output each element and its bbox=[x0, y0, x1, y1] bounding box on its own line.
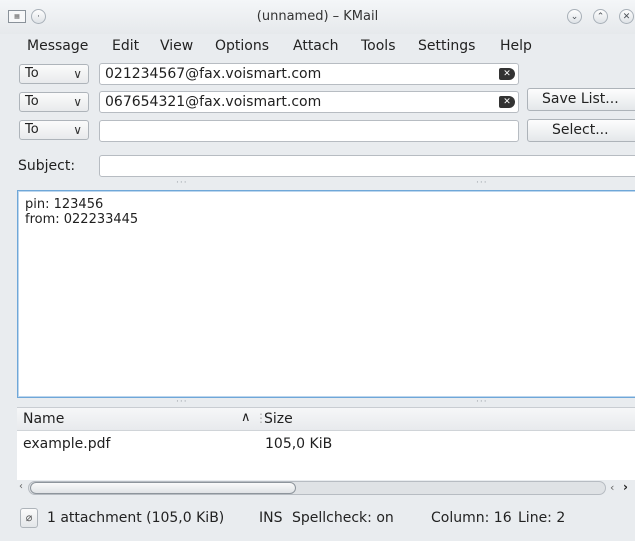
recipient-address-value: 067654321@fax.voismart.com bbox=[105, 94, 322, 110]
scroll-left-icon[interactable]: ‹ bbox=[610, 481, 614, 494]
attachment-name: example.pdf bbox=[23, 436, 111, 452]
column-header-name[interactable]: Name bbox=[23, 411, 64, 427]
chevron-down-icon: ∨ bbox=[73, 123, 82, 137]
table-row[interactable]: example.pdf 105,0 KiB bbox=[17, 432, 635, 454]
maximize-icon[interactable]: ⌃ bbox=[593, 9, 608, 24]
menu-settings[interactable]: Settings bbox=[418, 38, 475, 54]
recipient-type-label: To bbox=[25, 66, 39, 81]
recipient-address-field[interactable]: 021234567@fax.voismart.com bbox=[99, 63, 519, 85]
close-icon[interactable]: ✕ bbox=[619, 9, 634, 24]
attachment-size: 105,0 KiB bbox=[265, 436, 333, 452]
subject-field[interactable] bbox=[99, 155, 635, 177]
scroll-left-icon[interactable]: ‹ bbox=[19, 481, 23, 492]
splitter-handle[interactable]: ··· bbox=[476, 178, 488, 188]
chevron-down-icon: ∨ bbox=[73, 95, 82, 109]
recipient-address-value: 021234567@fax.voismart.com bbox=[105, 66, 322, 82]
recipient-type-label: To bbox=[25, 122, 39, 137]
window-title: (unnamed) – KMail bbox=[256, 9, 379, 24]
recipient-address-field[interactable]: 067654321@fax.voismart.com bbox=[99, 91, 519, 113]
body-line: pin: 123456 bbox=[25, 197, 104, 212]
body-line: from: 022233445 bbox=[25, 212, 139, 227]
attachment-list: Name ∧ ⋮ Size example.pdf 105,0 KiB bbox=[17, 407, 635, 480]
clear-field-icon[interactable]: ✕ bbox=[499, 68, 515, 80]
scrollbar-thumb[interactable] bbox=[30, 482, 296, 494]
recipient-type-select[interactable]: To ∨ bbox=[19, 64, 89, 84]
message-body-editor[interactable]: pin: 123456 from: 022233445 bbox=[17, 190, 635, 398]
select-button[interactable]: Select... bbox=[527, 119, 635, 142]
recipient-type-select[interactable]: To ∨ bbox=[19, 92, 89, 112]
sort-ascending-icon[interactable]: ∧ bbox=[241, 410, 251, 425]
column-header-size[interactable]: Size bbox=[264, 411, 293, 427]
line-indicator: Line: 2 bbox=[518, 510, 566, 526]
splitter-handle[interactable]: ··· bbox=[176, 397, 188, 407]
splitter-handle[interactable]: ··· bbox=[476, 397, 488, 407]
attachment-summary: 1 attachment (105,0 KiB) bbox=[47, 510, 225, 526]
subject-label: Subject: bbox=[18, 158, 76, 174]
minimize-icon[interactable]: ⌄ bbox=[567, 9, 582, 24]
save-list-button[interactable]: Save List... bbox=[527, 88, 635, 111]
insert-mode-indicator: INS bbox=[259, 510, 283, 526]
attachment-list-header: Name ∧ ⋮ Size bbox=[17, 408, 635, 431]
menu-edit[interactable]: Edit bbox=[112, 38, 139, 54]
menu-attach[interactable]: Attach bbox=[293, 38, 338, 54]
menu-options[interactable]: Options bbox=[215, 38, 269, 54]
menu-tools[interactable]: Tools bbox=[361, 38, 396, 54]
recipient-type-select[interactable]: To ∨ bbox=[19, 120, 89, 140]
recipient-address-field[interactable] bbox=[99, 120, 519, 142]
menu-bar: Message Edit View Options Attach Tools S… bbox=[0, 34, 635, 60]
menu-message[interactable]: Message bbox=[27, 38, 88, 54]
chevron-down-icon: ∨ bbox=[73, 67, 82, 81]
status-bar: ⌀ 1 attachment (105,0 KiB) INS Spellchec… bbox=[17, 505, 635, 533]
scroll-right-icon[interactable]: › bbox=[623, 480, 628, 494]
menu-view[interactable]: View bbox=[160, 38, 193, 54]
recipient-type-label: To bbox=[25, 94, 39, 109]
menu-help[interactable]: Help bbox=[500, 38, 532, 54]
clear-field-icon[interactable]: ✕ bbox=[499, 96, 515, 108]
paperclip-icon[interactable]: ⌀ bbox=[20, 508, 38, 528]
splitter-handle[interactable]: ··· bbox=[176, 178, 188, 188]
spellcheck-status: Spellcheck: on bbox=[292, 510, 394, 526]
column-indicator: Column: 16 bbox=[431, 510, 512, 526]
